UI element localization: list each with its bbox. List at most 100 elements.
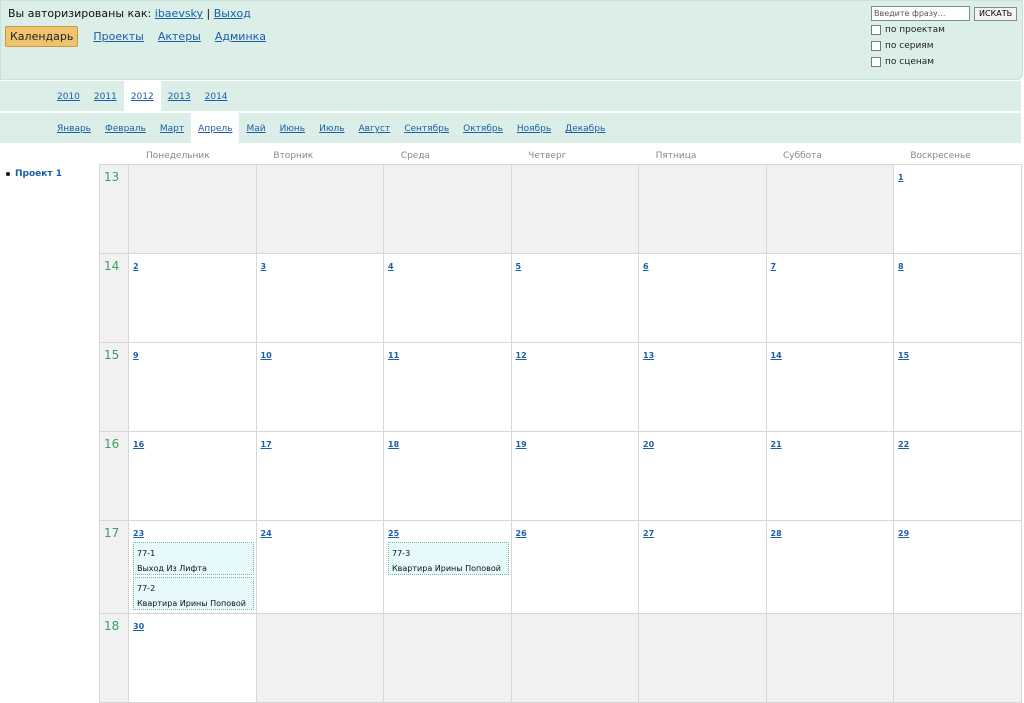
year-link-2012[interactable]: 2012 — [123, 81, 161, 111]
month-link[interactable]: Декабрь — [558, 113, 612, 143]
day-number-link[interactable]: 27 — [643, 529, 654, 538]
calendar-day-empty — [639, 614, 767, 702]
day-number-link[interactable]: 16 — [133, 440, 144, 449]
calendar-day-cell[interactable]: 20 — [639, 432, 767, 520]
calendar-day-cell[interactable]: 11 — [384, 343, 512, 431]
calendar-day-cell[interactable]: 21 — [766, 432, 894, 520]
month-link[interactable]: Октябрь — [456, 113, 510, 143]
day-number-link[interactable]: 1 — [898, 173, 904, 182]
day-number-link[interactable]: 14 — [771, 351, 782, 360]
calendar-day-cell[interactable]: 22 — [894, 432, 1022, 520]
calendar-day-cell[interactable]: 5 — [511, 254, 639, 342]
calendar-day-cell[interactable]: 30 — [129, 614, 257, 702]
day-number-link[interactable]: 2 — [133, 262, 139, 271]
calendar-day-cell[interactable]: 12 — [511, 343, 639, 431]
scene-event[interactable]: 77-2 Квартира Ирины Поповой — [133, 577, 254, 610]
checkbox[interactable] — [871, 41, 881, 51]
day-number-link[interactable]: 19 — [516, 440, 527, 449]
nav-actors-link[interactable]: Актеры — [158, 30, 201, 43]
day-number-link[interactable]: 12 — [516, 351, 527, 360]
day-number-link[interactable]: 13 — [643, 351, 654, 360]
calendar-day-cell[interactable]: 17 — [256, 432, 384, 520]
calendar-day-cell[interactable]: 13 — [639, 343, 767, 431]
calendar-day-cell[interactable]: 26 — [511, 521, 639, 613]
search-button[interactable]: ИСКАТЬ — [974, 6, 1018, 21]
day-number-link[interactable]: 26 — [516, 529, 527, 538]
nav-admin-link[interactable]: Админка — [215, 30, 266, 43]
scene-event[interactable]: 77-1 Выход Из Лифта — [133, 542, 254, 575]
calendar-day-empty — [256, 614, 384, 702]
day-number-link[interactable]: 28 — [771, 529, 782, 538]
day-number-link[interactable]: 10 — [261, 351, 272, 360]
month-link[interactable]: Май — [239, 113, 272, 143]
day-number-link[interactable]: 21 — [771, 440, 782, 449]
event-code: 77-2 — [137, 584, 156, 593]
calendar-day-cell[interactable]: 16 — [129, 432, 257, 520]
calendar-day-cell[interactable]: 23 77-1 Выход Из Лифта 77-2 Квартира Ирины П… — [129, 521, 257, 613]
month-link[interactable]: Ноябрь — [510, 113, 558, 143]
day-number-link[interactable]: 6 — [643, 262, 649, 271]
month-link[interactable]: Январь — [50, 113, 98, 143]
checkbox[interactable] — [871, 57, 881, 67]
day-number-link[interactable]: 23 — [133, 529, 144, 538]
calendar-day-cell[interactable]: 1 — [894, 165, 1022, 253]
search-option-scenes[interactable]: по сценам — [871, 55, 1021, 69]
year-link-2011[interactable]: 2011 — [87, 81, 124, 111]
calendar-day-cell[interactable]: 4 — [384, 254, 512, 342]
calendar-day-cell[interactable]: 2 — [129, 254, 257, 342]
day-number-link[interactable]: 25 — [388, 529, 399, 538]
checkbox[interactable] — [871, 25, 881, 35]
calendar-day-cell[interactable]: 8 — [894, 254, 1022, 342]
day-number-link[interactable]: 20 — [643, 440, 654, 449]
month-link[interactable]: Февраль — [98, 113, 153, 143]
day-number-link[interactable]: 7 — [771, 262, 777, 271]
calendar-day-cell[interactable]: 27 — [639, 521, 767, 613]
calendar-day-cell[interactable]: 18 — [384, 432, 512, 520]
day-number-link[interactable]: 30 — [133, 622, 144, 631]
calendar-day-cell[interactable]: 3 — [256, 254, 384, 342]
calendar-day-cell[interactable]: 25 77-3 Квартира Ирины Поповой — [384, 521, 512, 613]
day-number-link[interactable]: 22 — [898, 440, 909, 449]
calendar-day-cell[interactable]: 15 — [894, 343, 1022, 431]
day-number-link[interactable]: 11 — [388, 351, 399, 360]
calendar-day-cell[interactable]: 24 — [256, 521, 384, 613]
day-number-link[interactable]: 9 — [133, 351, 139, 360]
calendar-day-cell[interactable]: 7 — [766, 254, 894, 342]
calendar-day-cell[interactable]: 10 — [256, 343, 384, 431]
month-link[interactable]: Март — [153, 113, 191, 143]
year-link-2010[interactable]: 2010 — [50, 81, 87, 111]
logout-link[interactable]: Выход — [214, 7, 251, 20]
search-option-series[interactable]: по сериям — [871, 39, 1021, 53]
day-number-link[interactable]: 17 — [261, 440, 272, 449]
calendar-day-empty — [894, 614, 1022, 702]
calendar-day-cell[interactable]: 19 — [511, 432, 639, 520]
nav-projects-link[interactable]: Проекты — [93, 30, 144, 43]
day-number-link[interactable]: 29 — [898, 529, 909, 538]
calendar-day-cell[interactable]: 6 — [639, 254, 767, 342]
day-number-link[interactable]: 3 — [261, 262, 267, 271]
search-option-projects[interactable]: по проектам — [871, 23, 1021, 37]
month-link[interactable]: Июнь — [273, 113, 313, 143]
day-number-link[interactable]: 5 — [516, 262, 522, 271]
calendar-day-cell[interactable]: 9 — [129, 343, 257, 431]
month-link[interactable]: Апрель — [191, 113, 240, 143]
nav-calendar-button[interactable]: Календарь — [5, 26, 79, 47]
search-input[interactable] — [871, 6, 970, 21]
scene-event[interactable]: 77-3 Квартира Ирины Поповой — [388, 542, 509, 575]
calendar-day-cell[interactable]: 28 — [766, 521, 894, 613]
day-number-link[interactable]: 24 — [261, 529, 272, 538]
year-link-2014[interactable]: 2014 — [198, 81, 235, 111]
day-number-link[interactable]: 15 — [898, 351, 909, 360]
year-link-2013[interactable]: 2013 — [161, 81, 198, 111]
month-link[interactable]: Июль — [312, 113, 351, 143]
username-link[interactable]: ibaevsky — [155, 7, 203, 20]
day-number-link[interactable]: 8 — [898, 262, 904, 271]
calendar-day-cell[interactable]: 14 — [766, 343, 894, 431]
project-link[interactable]: Проект 1 — [15, 169, 62, 179]
month-link[interactable]: Сентябрь — [397, 113, 456, 143]
month-link[interactable]: Август — [351, 113, 397, 143]
calendar-day-cell[interactable]: 29 — [894, 521, 1022, 613]
day-number-link[interactable]: 18 — [388, 440, 399, 449]
week-number: 14 — [99, 254, 129, 342]
day-number-link[interactable]: 4 — [388, 262, 394, 271]
